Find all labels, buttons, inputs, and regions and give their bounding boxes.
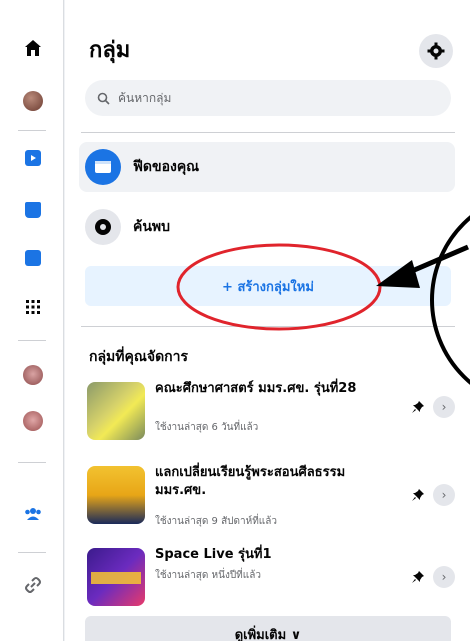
apps-grid-icon[interactable]	[22, 296, 44, 318]
see-more-button[interactable]: ดูเพิ่มเติม ∨	[85, 616, 451, 641]
marketplace-icon[interactable]	[22, 199, 44, 221]
managed-groups-heading: กลุ่มที่คุณจัดการ	[89, 349, 189, 365]
gaming-icon[interactable]	[22, 247, 44, 269]
settings-button[interactable]	[419, 34, 453, 68]
list-item[interactable]: คณะศึกษาศาสตร์ มมร.ศข. รุ่นที่28 ใช้งานล…	[83, 378, 459, 456]
group-name: แลกเปลี่ยนเรียนรู้พระสอนศีลธรรม มมร.ศข.	[155, 465, 346, 498]
group-thumbnail	[87, 466, 145, 524]
group-last-active: ใช้งานล่าสุด 9 สัปดาห์ที่แล้ว	[155, 516, 277, 527]
home-icon[interactable]	[22, 37, 44, 59]
chevron-right-icon[interactable]: ›	[433, 396, 455, 418]
pin-icon[interactable]	[409, 398, 427, 416]
pin-icon[interactable]	[409, 486, 427, 504]
pin-icon[interactable]	[409, 568, 427, 586]
link-icon[interactable]	[22, 574, 44, 596]
search-icon	[97, 92, 110, 105]
chevron-right-icon[interactable]: ›	[433, 566, 455, 588]
groups-panel: กลุ่ม ค้นหากลุ่ม ฟีดของคุณ ค้นพบ + สร้าง…	[65, 0, 470, 641]
nav-item-label: ฟีดของคุณ	[133, 159, 200, 175]
watch-icon[interactable]	[22, 147, 44, 169]
gear-icon	[427, 42, 445, 60]
search-input[interactable]: ค้นหากลุ่ม	[85, 80, 451, 116]
group-last-active: ใช้งานล่าสุด 6 วันที่แล้ว	[155, 422, 259, 433]
group-last-active: ใช้งานล่าสุด หนึ่งปีที่แล้ว	[155, 570, 261, 581]
create-group-button[interactable]: + สร้างกลุ่มใหม่	[85, 266, 451, 306]
search-placeholder: ค้นหากลุ่ม	[118, 90, 172, 105]
group-shortcut-icon[interactable]	[22, 410, 44, 432]
group-name: Space Live รุ่นที่1	[155, 547, 272, 562]
group-thumbnail	[87, 548, 145, 606]
left-icon-rail	[0, 0, 64, 641]
create-group-label: + สร้างกลุ่มใหม่	[222, 279, 314, 295]
chevron-right-icon[interactable]: ›	[433, 484, 455, 506]
list-item[interactable]: Space Live รุ่นที่1 ใช้งานล่าสุด หนึ่งปี…	[83, 544, 459, 622]
groups-icon[interactable]	[22, 503, 44, 525]
group-name: คณะศึกษาศาสตร์ มมร.ศข. รุ่นที่28	[155, 381, 357, 396]
group-shortcut-icon[interactable]	[22, 364, 44, 386]
see-more-label: ดูเพิ่มเติม ∨	[234, 627, 302, 641]
compass-icon	[85, 209, 121, 245]
nav-item-label: ค้นพบ	[133, 219, 171, 235]
nav-item-discover[interactable]: ค้นพบ	[79, 202, 455, 252]
page-title: กลุ่ม	[89, 38, 131, 63]
profile-avatar[interactable]	[22, 90, 44, 112]
group-thumbnail	[87, 382, 145, 440]
nav-item-your-feed[interactable]: ฟีดของคุณ	[79, 142, 455, 192]
feed-icon	[85, 149, 121, 185]
list-item[interactable]: แลกเปลี่ยนเรียนรู้พระสอนศีลธรรม มมร.ศข. …	[83, 462, 459, 540]
